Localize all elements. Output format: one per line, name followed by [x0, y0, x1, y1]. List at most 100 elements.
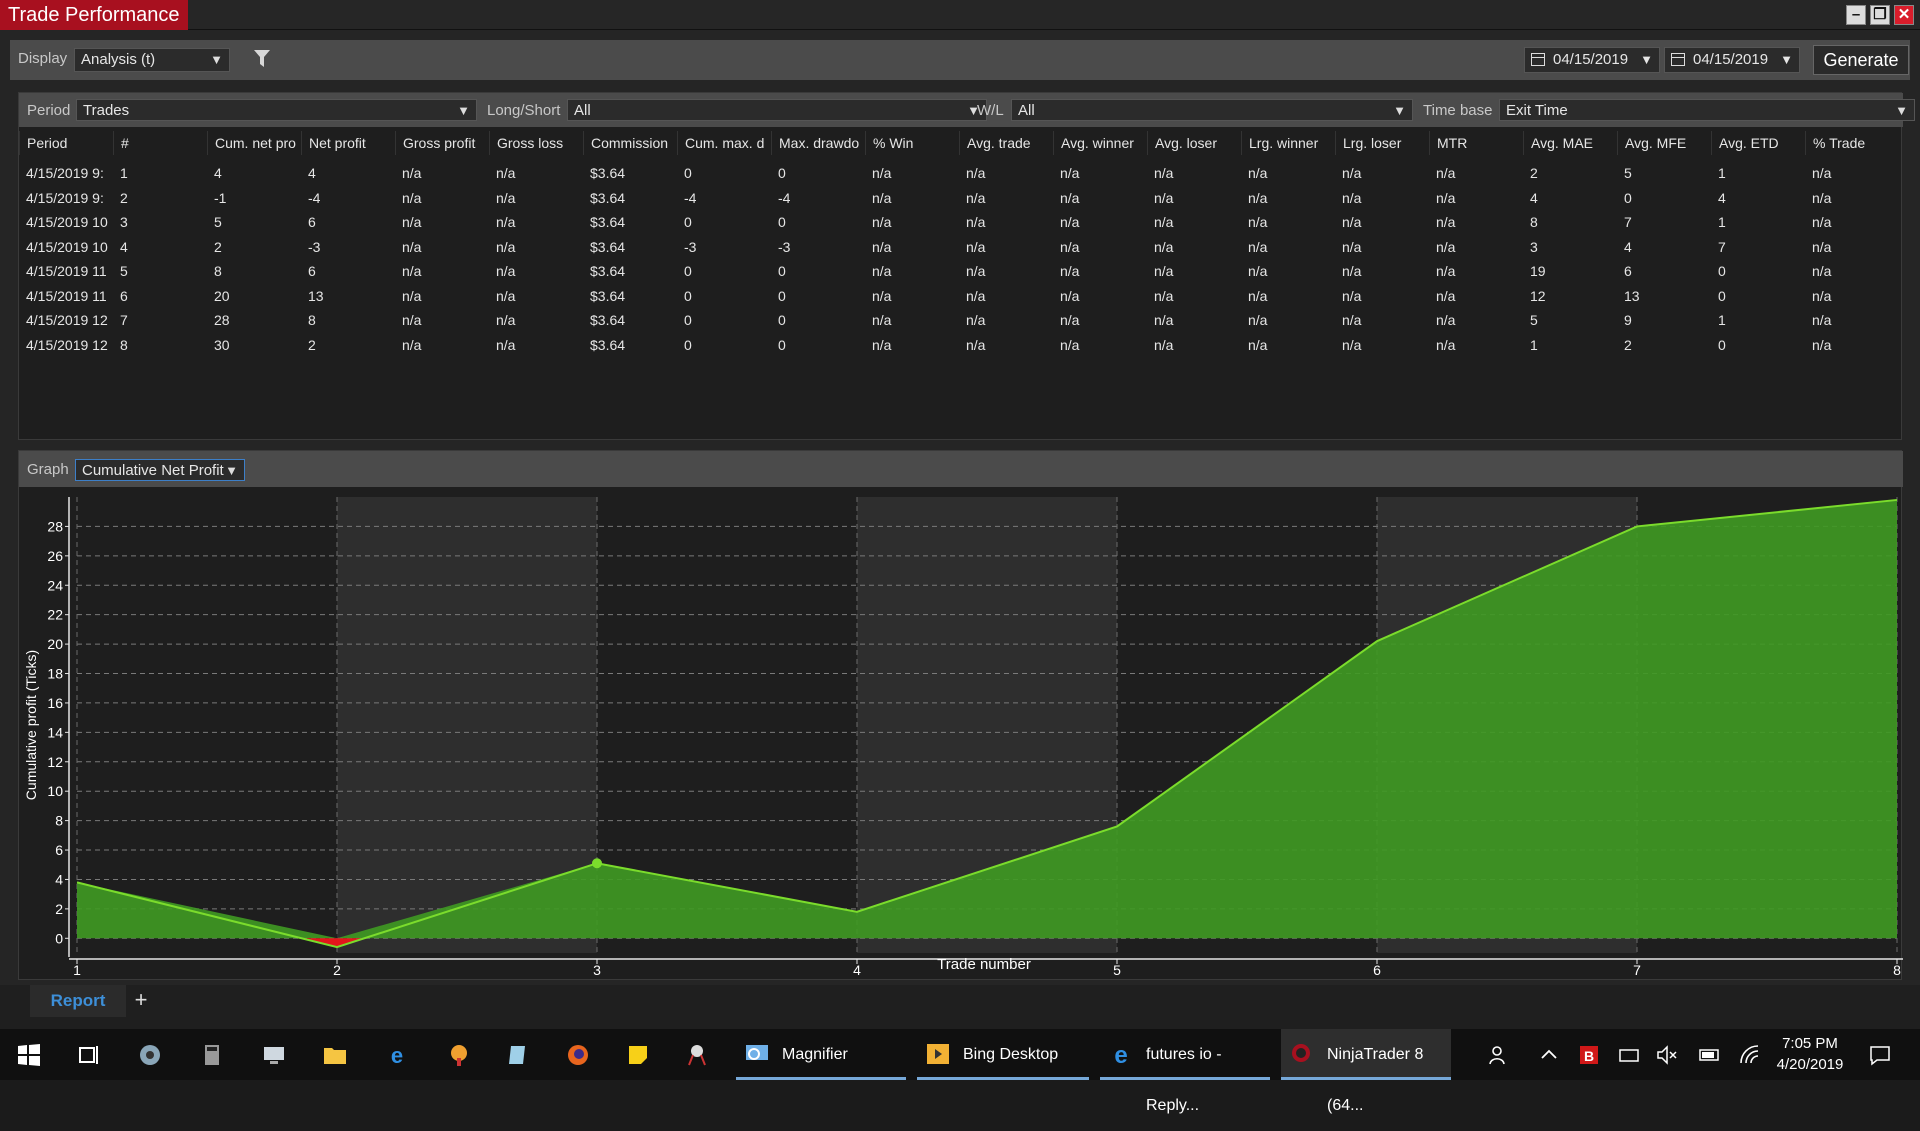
- column-header[interactable]: % Trade: [1805, 131, 1903, 155]
- column-header[interactable]: Commission: [583, 131, 677, 155]
- column-header[interactable]: Cum. max. d: [677, 131, 771, 155]
- table-cell: 1: [1718, 165, 1726, 181]
- column-header[interactable]: Avg. MAE: [1523, 131, 1617, 155]
- table-cell: n/a: [1248, 238, 1268, 255]
- wl-select[interactable]: All ▼: [1011, 99, 1413, 121]
- taskbar-task-magnifier[interactable]: Magnifier: [736, 1029, 906, 1080]
- calculator-icon[interactable]: [200, 1043, 224, 1067]
- table-row[interactable]: 4/15/2019 11 5 8 6 n/a n/a $3.64 0 0 n/a n/a n/a n/a…: [19, 259, 1903, 283]
- longshort-select[interactable]: All ▼: [567, 99, 987, 121]
- task-label-ninjatrader: NinjaTrader 8 (64...: [1327, 1046, 1424, 1114]
- column-header[interactable]: Gross profit: [395, 131, 489, 155]
- windows-start-icon[interactable]: [17, 1043, 41, 1067]
- column-header[interactable]: Lrg. winner: [1241, 131, 1335, 155]
- antivirus-icon[interactable]: B: [1577, 1043, 1601, 1067]
- table-cell: $3.64: [590, 165, 626, 181]
- table-cell: 7: [1624, 214, 1632, 230]
- svg-text:e: e: [1114, 1042, 1127, 1066]
- paint-icon[interactable]: [447, 1043, 471, 1067]
- display-select[interactable]: Analysis (t) ▼: [74, 48, 230, 72]
- date-from-picker[interactable]: 04/15/2019 ▼: [1524, 47, 1660, 73]
- snipping-tool-icon[interactable]: [685, 1043, 709, 1067]
- chevron-up-icon[interactable]: [1537, 1043, 1561, 1067]
- table-row[interactable]: 4/15/2019 9: 1 4 4 n/a n/a $3.64 0 0 n/a n/a n/a n/a…: [19, 161, 1903, 185]
- remote-desktop-icon[interactable]: [262, 1043, 286, 1067]
- column-header[interactable]: % Win: [865, 131, 959, 155]
- date-to-picker[interactable]: 04/15/2019 ▼: [1664, 47, 1800, 73]
- table-cell: n/a: [1154, 189, 1174, 206]
- column-header[interactable]: Gross loss: [489, 131, 583, 155]
- y-tick-label: 18: [47, 666, 63, 682]
- column-header[interactable]: Avg. ETD: [1711, 131, 1805, 155]
- add-tab-button[interactable]: +: [130, 985, 152, 1017]
- notepad-icon[interactable]: [506, 1043, 530, 1067]
- table-cell: n/a: [1248, 263, 1268, 279]
- restore-button[interactable]: ❐: [1870, 5, 1890, 25]
- keyboard-icon[interactable]: [1617, 1043, 1641, 1067]
- table-cell: 4/15/2019 11: [26, 263, 107, 279]
- column-header[interactable]: Max. drawdo: [771, 131, 865, 155]
- minimize-button[interactable]: –: [1846, 5, 1866, 25]
- graph-type-select[interactable]: Cumulative Net Profit ▼: [75, 459, 245, 481]
- column-header[interactable]: Period: [19, 131, 113, 155]
- taskbar-task-browser[interactable]: e futures io - Reply...: [1100, 1029, 1270, 1114]
- table-row[interactable]: 4/15/2019 9: 2 -1 -4 n/a n/a $3.64 -4 -4 n/a n/a n/…: [19, 186, 1903, 210]
- table-row[interactable]: 4/15/2019 10 4 2 -3 n/a n/a $3.64 -3 -3 n/a n/a n/a…: [19, 235, 1903, 259]
- task-view-icon[interactable]: [77, 1043, 101, 1067]
- column-header[interactable]: Cum. net pro: [207, 131, 301, 155]
- y-tick-label: 0: [55, 930, 63, 946]
- people-icon[interactable]: [1488, 1043, 1512, 1067]
- table-cell: 0: [1624, 189, 1632, 206]
- table-row[interactable]: 4/15/2019 11 6 20 13 n/a n/a $3.64 0 0 n/a n/a n/a n…: [19, 284, 1903, 308]
- table-cell: n/a: [402, 312, 422, 328]
- column-header[interactable]: Lrg. loser: [1335, 131, 1429, 155]
- column-header[interactable]: Avg. trade: [959, 131, 1053, 155]
- longshort-label: Long/Short: [487, 102, 561, 119]
- table-cell: -1: [214, 189, 227, 206]
- tab-report[interactable]: Report: [30, 985, 126, 1017]
- file-explorer-icon[interactable]: [323, 1043, 347, 1067]
- table-row[interactable]: 4/15/2019 10 3 5 6 n/a n/a $3.64 0 0 n/a n/a n/a n/a…: [19, 210, 1903, 234]
- taskbar-clock[interactable]: 7:05 PM 4/20/2019: [1760, 1033, 1860, 1075]
- column-header[interactable]: Avg. MFE: [1617, 131, 1711, 155]
- taskbar-task-ninjatrader[interactable]: NinjaTrader 8 (64...: [1281, 1029, 1451, 1114]
- task-label-magnifier: Magnifier: [782, 1046, 848, 1063]
- clock-date: 4/20/2019: [1776, 1056, 1844, 1073]
- wifi-icon[interactable]: [1738, 1043, 1762, 1067]
- column-header[interactable]: MTR: [1429, 131, 1523, 155]
- settings-app-icon[interactable]: [138, 1043, 162, 1067]
- column-header[interactable]: #: [113, 131, 207, 155]
- table-cell: 1: [1530, 336, 1538, 353]
- battery-icon[interactable]: [1698, 1043, 1722, 1067]
- column-header[interactable]: Avg. winner: [1053, 131, 1147, 155]
- table-cell: n/a: [1342, 263, 1362, 279]
- table-cell: 5: [1624, 165, 1632, 181]
- chevron-down-icon: ▼: [1640, 52, 1653, 67]
- date-from-value: 04/15/2019: [1553, 51, 1629, 68]
- close-button[interactable]: ✕: [1894, 5, 1914, 25]
- column-header[interactable]: Avg. loser: [1147, 131, 1241, 155]
- firefox-icon[interactable]: [566, 1043, 590, 1067]
- table-cell: 8: [120, 336, 128, 353]
- sticky-notes-icon[interactable]: [626, 1043, 650, 1067]
- trade-performance-window: Trade Performance – ❐ ✕ Display Analysis…: [0, 0, 1920, 1029]
- generate-button[interactable]: Generate: [1813, 45, 1909, 75]
- table-cell: 0: [778, 336, 786, 353]
- table-cell: n/a: [496, 287, 516, 304]
- table-cell: n/a: [1154, 263, 1174, 279]
- period-select[interactable]: Trades ▼: [76, 99, 477, 121]
- table-cell: 7: [120, 312, 128, 328]
- column-header[interactable]: Net profit: [301, 131, 395, 155]
- taskbar-task-bing-desktop[interactable]: Bing Desktop: [917, 1029, 1089, 1080]
- table-cell: n/a: [402, 263, 422, 279]
- table-cell: 4: [120, 238, 128, 255]
- filter-icon[interactable]: [254, 50, 270, 68]
- bing-desktop-icon: [927, 1044, 949, 1064]
- table-row[interactable]: 4/15/2019 12 8 30 2 n/a n/a $3.64 0 0 n/a n/a n/a n/…: [19, 333, 1903, 357]
- timebase-select[interactable]: Exit Time ▼: [1499, 99, 1915, 121]
- table-cell: 2: [214, 238, 222, 255]
- table-row[interactable]: 4/15/2019 12 7 28 8 n/a n/a $3.64 0 0 n/a n/a n/a n/…: [19, 308, 1903, 332]
- volume-muted-icon[interactable]: [1655, 1043, 1679, 1067]
- internet-explorer-icon[interactable]: e: [385, 1043, 409, 1067]
- action-center-icon[interactable]: [1868, 1043, 1892, 1067]
